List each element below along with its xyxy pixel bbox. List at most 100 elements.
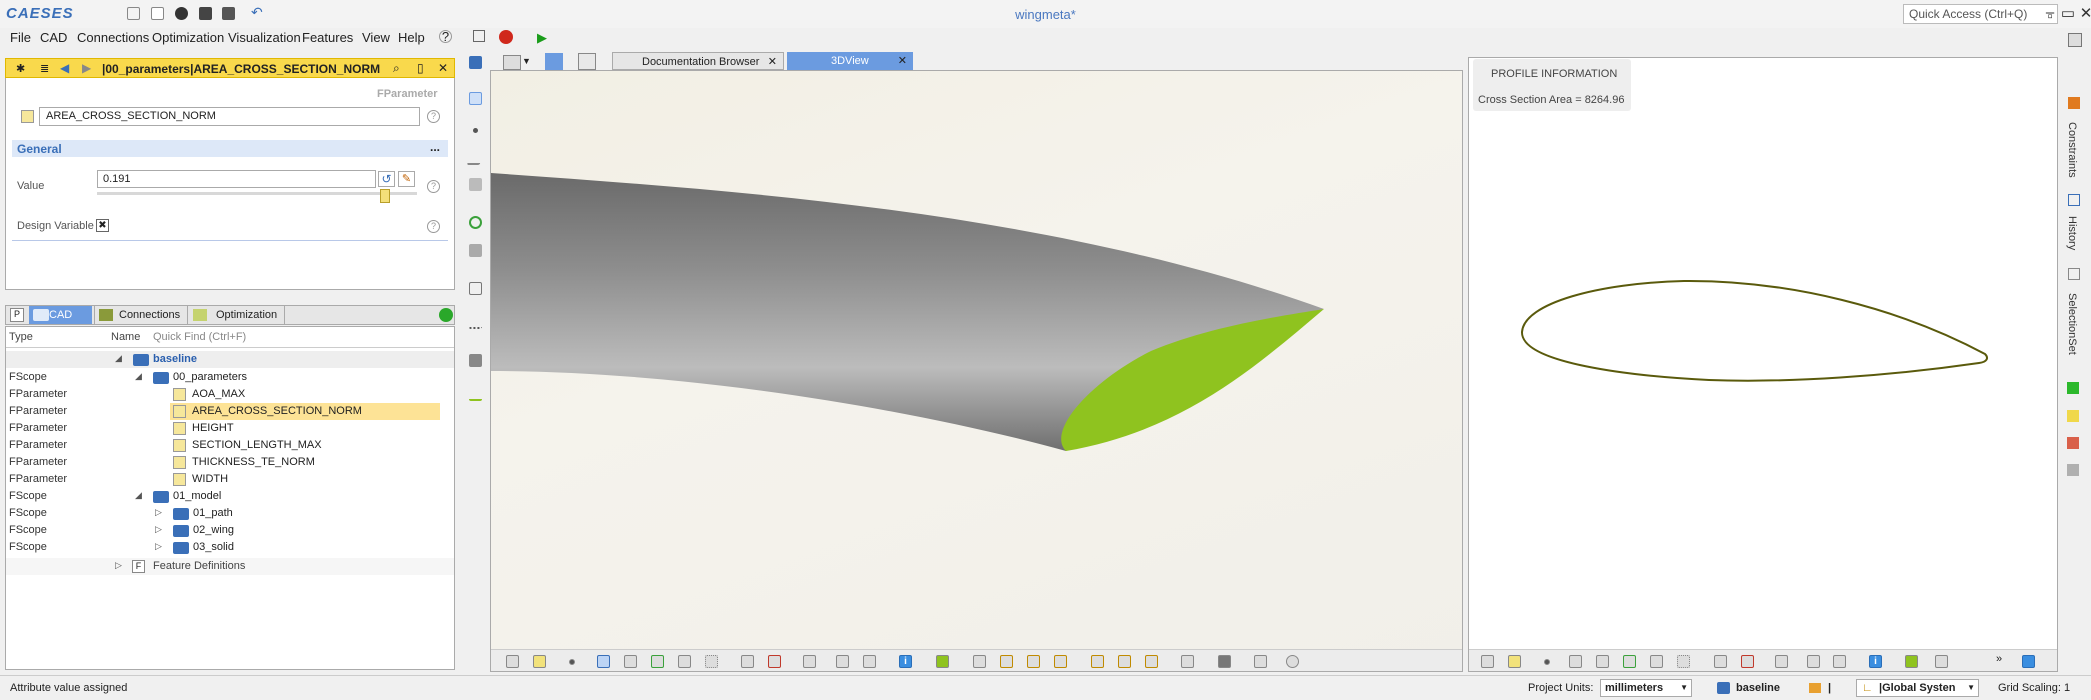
tab-documentation-browser[interactable]: Documentation Browser ✕ bbox=[612, 52, 784, 70]
close-tab-icon[interactable]: ✕ bbox=[768, 55, 777, 68]
surface-icon[interactable] bbox=[469, 178, 482, 191]
axis-icon[interactable] bbox=[863, 655, 876, 668]
copy-icon[interactable]: ▯ bbox=[417, 61, 424, 75]
axis-icon[interactable] bbox=[1833, 655, 1846, 668]
menu-connections[interactable]: Connections bbox=[77, 30, 149, 45]
tree-row[interactable]: FParameter WIDTH bbox=[6, 471, 454, 488]
section-more[interactable]: ... bbox=[430, 140, 440, 154]
surfaces-icon[interactable] bbox=[1596, 655, 1609, 668]
measure-icon[interactable] bbox=[469, 316, 482, 329]
expand-icon[interactable]: ◢ bbox=[135, 371, 142, 382]
menu-file[interactable]: File bbox=[10, 30, 31, 45]
status-red-icon[interactable] bbox=[2067, 437, 2079, 449]
tree-row[interactable]: FParameter AOA_MAX bbox=[6, 386, 454, 403]
folder-icon[interactable] bbox=[469, 56, 482, 69]
back-icon[interactable]: ◀ bbox=[60, 61, 69, 75]
cube-icon[interactable] bbox=[1935, 655, 1948, 668]
shade-icon[interactable] bbox=[1508, 655, 1521, 668]
profile-viewport[interactable]: PROFILE INFORMATION Cross Section Area =… bbox=[1468, 57, 2058, 672]
selection-icon[interactable] bbox=[2068, 268, 2080, 280]
shield-icon[interactable] bbox=[836, 655, 849, 668]
search-icon[interactable]: ⌕ bbox=[393, 61, 400, 76]
grid-layout-icon[interactable] bbox=[1775, 655, 1788, 668]
menu-cad[interactable]: CAD bbox=[40, 30, 67, 45]
tree-row-selected[interactable]: FParameter AREA_CROSS_SECTION_NORM bbox=[6, 403, 454, 420]
lock-icon[interactable] bbox=[1905, 655, 1918, 668]
rotate-z-icon[interactable] bbox=[1145, 655, 1158, 668]
copy-icon[interactable] bbox=[473, 30, 485, 50]
value-field[interactable]: 0.191 bbox=[97, 170, 376, 188]
general-section[interactable]: General ... bbox=[12, 140, 448, 157]
surfaces-icon[interactable] bbox=[624, 655, 637, 668]
grid-icon[interactable] bbox=[1254, 655, 1267, 668]
window-layout-icon[interactable] bbox=[2068, 33, 2082, 47]
tab-constraints[interactable]: Constraints bbox=[2066, 122, 2078, 178]
points-icon[interactable] bbox=[1544, 659, 1550, 665]
fit-icon[interactable] bbox=[506, 655, 519, 668]
chevron-down-icon[interactable]: ▼ bbox=[522, 56, 531, 66]
collapse-icon[interactable]: ▷ bbox=[155, 541, 162, 552]
tree-row[interactable]: FParameter THICKNESS_TE_NORM bbox=[6, 454, 454, 471]
3d-viewport[interactable]: i bbox=[490, 70, 1463, 672]
name-field[interactable]: AREA_CROSS_SECTION_NORM bbox=[39, 107, 420, 126]
help-icon[interactable]: ? bbox=[427, 110, 440, 123]
tree-row[interactable]: ◢ baseline bbox=[6, 351, 454, 368]
zoom-icon[interactable] bbox=[2022, 655, 2035, 668]
more-icon[interactable]: » bbox=[1996, 653, 2002, 665]
tree-row[interactable]: FParameter HEIGHT bbox=[6, 420, 454, 437]
camera-icon[interactable] bbox=[1218, 655, 1231, 668]
tree-row[interactable]: FScope ◢ 00_parameters bbox=[6, 369, 454, 386]
curves-icon[interactable] bbox=[1569, 655, 1582, 668]
refresh-icon[interactable] bbox=[439, 308, 453, 322]
grid-layout-icon[interactable] bbox=[803, 655, 816, 668]
view-folder-icon[interactable] bbox=[545, 53, 563, 70]
scope-name[interactable]: baseline bbox=[1736, 682, 1780, 694]
history-icon[interactable] bbox=[2068, 194, 2080, 206]
list-icon[interactable]: ≣ bbox=[40, 62, 49, 75]
quick-find-input[interactable]: Quick Find (Ctrl+F) bbox=[153, 331, 246, 343]
monitor-icon[interactable] bbox=[578, 53, 596, 70]
collapse-icon[interactable]: ▷ bbox=[115, 560, 122, 571]
tab-selectionset[interactable]: SelectionSet bbox=[2066, 293, 2078, 355]
arrows-icon[interactable] bbox=[1181, 655, 1194, 668]
select-icon[interactable] bbox=[469, 92, 482, 105]
transform-icon[interactable] bbox=[469, 282, 482, 295]
rotate-y-icon[interactable] bbox=[1118, 655, 1131, 668]
tree-row[interactable]: ▷ F Feature Definitions bbox=[6, 558, 454, 575]
curves-icon[interactable] bbox=[597, 655, 610, 668]
circle-icon[interactable] bbox=[469, 216, 482, 229]
rotate-x-icon[interactable] bbox=[1091, 655, 1104, 668]
info-icon[interactable]: i bbox=[1869, 655, 1882, 668]
layout-grid-icon[interactable] bbox=[503, 55, 521, 70]
tree-row[interactable]: FScope ▷ 03_solid bbox=[6, 539, 454, 556]
slider-handle[interactable] bbox=[380, 189, 390, 203]
menu-optimization[interactable]: Optimization bbox=[152, 30, 224, 45]
measure-icon[interactable] bbox=[1677, 655, 1690, 668]
tree-row[interactable]: FScope ◢ 01_model bbox=[6, 488, 454, 505]
tab-history[interactable]: History bbox=[2066, 216, 2078, 250]
tab-p[interactable]: P bbox=[10, 308, 24, 322]
tool-icon[interactable] bbox=[469, 354, 482, 367]
section-icon[interactable] bbox=[1714, 655, 1727, 668]
circle-icon[interactable] bbox=[1623, 655, 1636, 668]
tree-row[interactable]: FScope ▷ 01_path bbox=[6, 505, 454, 522]
mesh-icon[interactable] bbox=[678, 655, 691, 668]
quick-access-input[interactable]: Quick Access (Ctrl+Q) bbox=[1903, 4, 2058, 24]
view-x-icon[interactable] bbox=[1000, 655, 1013, 668]
delete-section-icon[interactable] bbox=[1741, 655, 1754, 668]
status-green-icon[interactable] bbox=[2067, 382, 2079, 394]
tab-optimization[interactable]: Optimization bbox=[187, 306, 285, 324]
shield-icon[interactable] bbox=[1807, 655, 1820, 668]
close-icon[interactable]: ✕ bbox=[438, 61, 448, 75]
delete-section-icon[interactable] bbox=[768, 655, 781, 668]
points-icon[interactable] bbox=[569, 659, 575, 665]
forward-icon[interactable]: ▶ bbox=[82, 61, 91, 75]
view-y-icon[interactable] bbox=[1027, 655, 1040, 668]
curve-icon[interactable] bbox=[466, 152, 485, 165]
circle-icon[interactable] bbox=[651, 655, 664, 668]
info-icon[interactable]: i bbox=[899, 655, 912, 668]
tab-cad[interactable]: CAD bbox=[29, 306, 92, 324]
units-select[interactable]: millimeters ▼ bbox=[1600, 679, 1692, 697]
value-slider[interactable] bbox=[97, 192, 417, 195]
pin-icon[interactable]: ✱ bbox=[16, 62, 25, 75]
